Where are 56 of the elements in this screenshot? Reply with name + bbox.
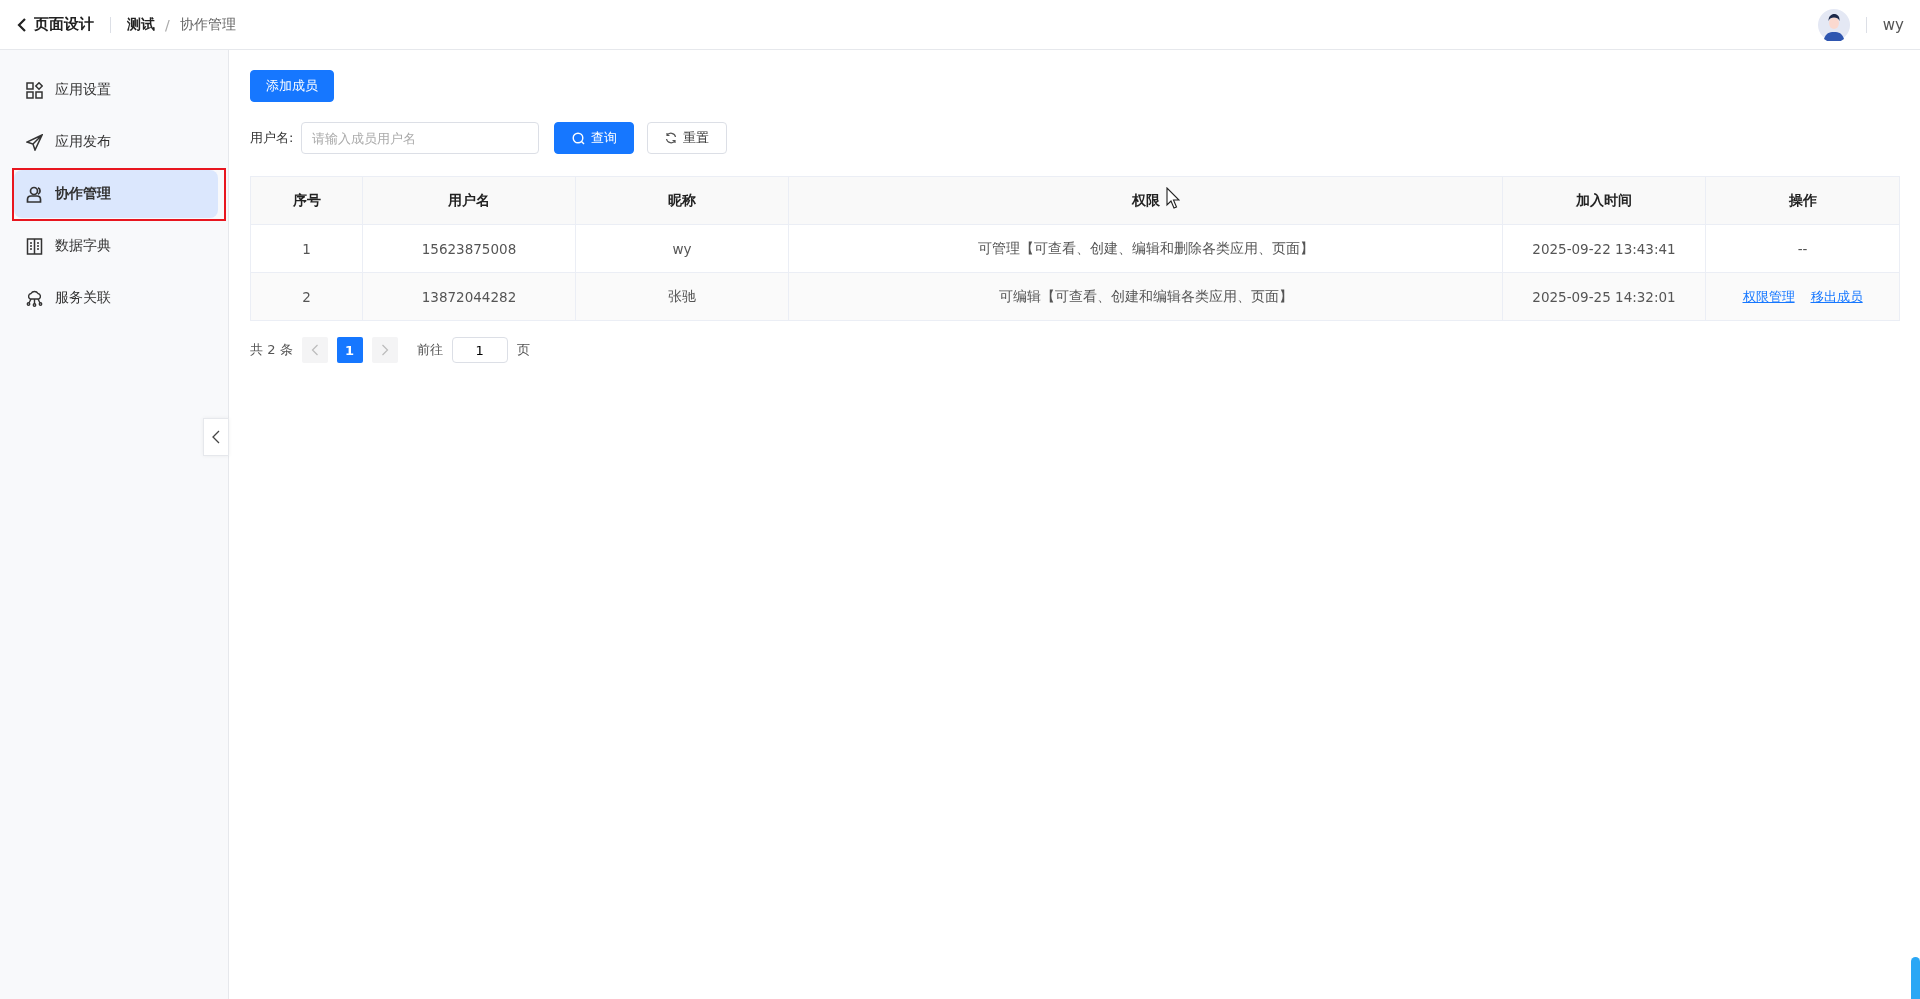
reset-button[interactable]: 重置 — [647, 122, 728, 154]
sidebar-item[interactable]: 数据字典 — [14, 222, 218, 270]
query-button[interactable]: 查询 — [554, 122, 635, 154]
refresh-icon — [665, 132, 678, 144]
add-member-button[interactable]: 添加成员 — [250, 70, 334, 102]
goto-label: 前往 — [416, 341, 443, 359]
total-count: 共 2 条 — [250, 341, 293, 359]
prev-page-button[interactable] — [301, 337, 328, 363]
chevron-left-icon — [16, 17, 28, 32]
paper-plane-icon — [26, 133, 43, 151]
column-header: 权限 — [788, 176, 1503, 225]
grid-icon — [26, 81, 43, 99]
chevron-left-icon — [212, 430, 220, 444]
table-cell: -- — [1797, 240, 1808, 257]
collapse-button[interactable] — [203, 418, 229, 456]
filter-label: 用户名: — [250, 129, 294, 147]
next-page-button[interactable] — [371, 337, 398, 363]
scroll-indicator — [1911, 957, 1920, 999]
table-cell: 15623875008 — [362, 224, 576, 273]
table-cell: 可管理【可查看、创建、编辑和删除各类应用、页面】 — [788, 224, 1503, 273]
page-suffix: 页 — [516, 341, 530, 359]
cloud-network-icon — [26, 289, 43, 307]
book-icon — [26, 237, 43, 255]
column-header: 加入时间 — [1502, 176, 1706, 225]
table-cell: 2 — [250, 272, 363, 321]
sidebar-item[interactable]: 应用设置 — [14, 66, 218, 114]
sidebar-item[interactable]: 协作管理 — [14, 170, 218, 218]
breadcrumb-item[interactable]: 测试 — [127, 15, 155, 34]
action-link[interactable]: 移出成员 — [1810, 288, 1863, 304]
table-cell: 2025-09-25 14:32:01 — [1502, 272, 1706, 321]
column-header: 操作 — [1705, 176, 1900, 225]
table-cell: 可编辑【可查看、创建和编辑各类应用、页面】 — [788, 272, 1503, 321]
page-number[interactable]: 1 — [336, 337, 363, 363]
action-link[interactable]: 权限管理 — [1742, 288, 1795, 304]
page-input[interactable]: 1 — [451, 337, 508, 363]
chevron-left-icon — [310, 344, 319, 356]
back-button[interactable]: 页面设计 — [16, 15, 94, 34]
avatar-icon[interactable] — [1817, 8, 1850, 41]
column-header: 用户名 — [362, 176, 576, 225]
username-search-field[interactable]: 请输入成员用户名 — [301, 122, 540, 154]
sidebar-item[interactable]: 应用发布 — [14, 118, 218, 166]
table-cell: wy — [575, 224, 789, 273]
table-cell: 13872044282 — [362, 272, 576, 321]
user-name[interactable]: wy — [1882, 15, 1904, 34]
table-cell: 2025-09-22 13:43:41 — [1502, 224, 1706, 273]
table-cell: 张驰 — [575, 272, 789, 321]
table-cell: 1 — [250, 224, 363, 273]
search-icon — [571, 131, 585, 145]
mouse-cursor-icon — [1166, 187, 1180, 209]
column-header: 昵称 — [575, 176, 789, 225]
sidebar-item[interactable]: 服务关联 — [14, 274, 218, 322]
users-icon — [26, 185, 43, 203]
breadcrumb-separator: / — [165, 16, 170, 33]
chevron-right-icon — [380, 344, 389, 356]
breadcrumb-item[interactable]: 协作管理 — [179, 15, 236, 34]
column-header: 序号 — [250, 176, 363, 225]
